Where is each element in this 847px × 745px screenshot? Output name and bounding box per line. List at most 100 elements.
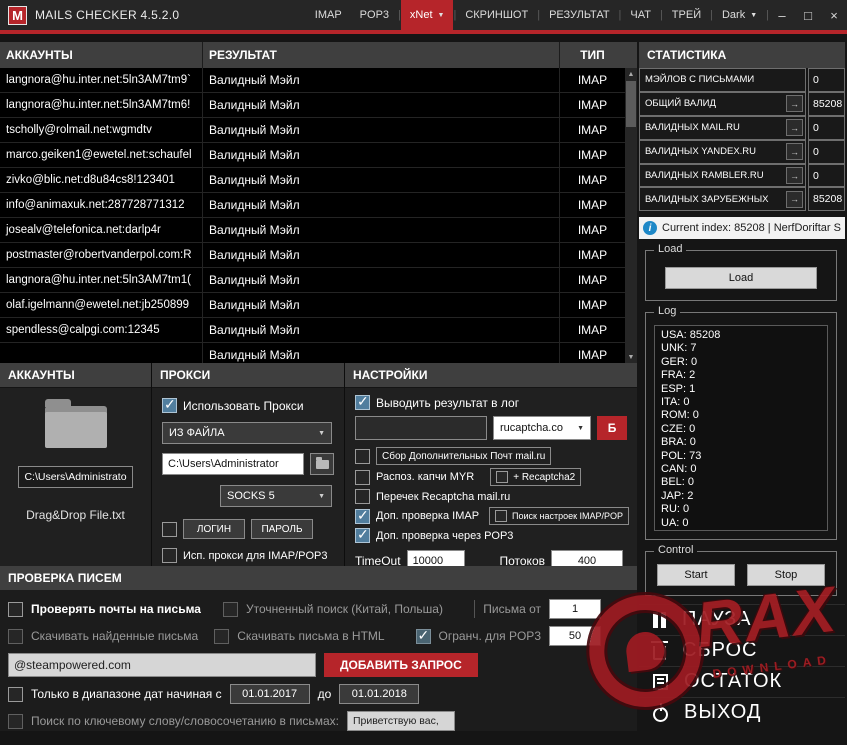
keyword-search-checkbox[interactable] [8,714,23,729]
stat-row: МЭЙЛОВ С ПИСЬМАМИ 0 [639,68,845,92]
stat-row: ВАЛИДНЫХ MAIL.RU 0 [639,116,845,140]
stat-label: ОБЩИЙ ВАЛИД [645,98,716,109]
start-button[interactable]: Start [657,564,735,586]
menu-result[interactable]: РЕЗУЛЬТАТ [540,0,618,30]
theme-selector[interactable]: Dark ▼ [713,0,766,30]
table-scrollbar[interactable]: ▲ ▼ [625,68,637,363]
keyword-input[interactable]: Приветствую вас, [347,711,455,731]
export-icon[interactable] [786,119,803,136]
proxy-file-input[interactable]: C:\Users\Administrator [162,453,304,475]
table-row[interactable]: tscholly@rolmail.net:wgmdtv Валидный Мэй… [0,118,637,143]
table-row[interactable]: langnora@hu.inter.net:5ln3AM7tm9` Валидн… [0,68,637,93]
maximize-button[interactable]: □ [795,0,821,30]
pop3-check-checkbox[interactable] [355,528,370,543]
result-cell: Валидный Мэйл [203,168,560,192]
menu-chat[interactable]: ЧАТ [621,0,660,30]
table-row[interactable]: marco.geiken1@ewetel.net:schaufel Валидн… [0,143,637,168]
login-button[interactable]: ЛОГИН [183,519,245,539]
proxy-auth-checkbox[interactable] [162,522,177,537]
info-icon: i [643,221,657,235]
header-accounts[interactable]: АККАУНТЫ [0,42,203,68]
proxy-for-imap-checkbox[interactable] [162,548,177,563]
titlebar: M MAILS CHECKER 4.5.2.0 IMAP POP3 | xNet… [0,0,847,30]
pop3-limit-input[interactable]: 50 [549,626,601,646]
table-row[interactable]: olaf.igelmann@ewetel.net:jb250899 Валидн… [0,293,637,318]
table-row[interactable]: langnora@hu.inter.net:5ln3AM7tm1( Валидн… [0,268,637,293]
table-row[interactable]: spendless@calpgi.com:12345 Валидный Мэйл… [0,318,637,343]
browse-proxy-button[interactable] [310,453,334,475]
date-from-button[interactable]: 01.01.2017 [230,684,310,704]
close-button[interactable]: × [821,0,847,30]
pop3-limit-checkbox[interactable] [416,629,431,644]
log-output[interactable]: USA: 85208 UNK: 7 GER: 0 FRA: 2 ESP: 1 I… [654,325,828,531]
table-row[interactable]: info@animaxuk.net:287728771312 Валидный … [0,193,637,218]
balance-button[interactable]: Б [597,416,627,440]
minimize-button[interactable]: – [769,0,795,30]
imap-search-box: Поиск настроек IMAP/POP [489,507,629,525]
log-line: CAN: 0 [661,463,821,476]
refined-search-checkbox[interactable] [223,602,238,617]
proxy-source-dropdown[interactable]: ИЗ ФАЙЛА ▼ [162,422,332,444]
menu-imap[interactable]: IMAP [306,0,351,30]
export-icon[interactable] [786,95,803,112]
captcha-service-dropdown[interactable]: rucaptcha.co ▼ [493,416,591,440]
download-html-checkbox[interactable] [214,629,229,644]
menu-screenshot[interactable]: СКРИНШОТ [456,0,537,30]
export-icon[interactable] [786,143,803,160]
log-output-checkbox[interactable] [355,395,370,410]
recheck-recaptcha-checkbox[interactable] [355,489,370,504]
query-input[interactable]: @steampowered.com [8,653,316,677]
letters-from-input[interactable]: 1 [549,599,601,619]
date-range-checkbox[interactable] [8,687,23,702]
result-cell: Валидный Мэйл [203,268,560,292]
export-icon[interactable] [786,191,803,208]
exit-button[interactable]: ВЫХОД [639,697,845,728]
scroll-up-icon[interactable]: ▲ [625,68,637,80]
action-menu: ПАУЗА СБРОС ОСТАТОК ВЫХОД [639,604,845,728]
scrollbar-thumb[interactable] [626,81,636,127]
pause-button[interactable]: ПАУЗА [639,604,845,635]
menu-tray[interactable]: ТРЕЙ [663,0,710,30]
header-type[interactable]: ТИП [560,42,625,68]
remainder-button[interactable]: ОСТАТОК [639,666,845,697]
main-content: АККАУНТЫ РЕЗУЛЬТАТ ТИП langnora@hu.inter… [0,34,847,728]
stat-label: ВАЛИДНЫХ ЗАРУБЕЖНЫХ [645,194,769,205]
log-groupbox: Log USA: 85208 UNK: 7 GER: 0 FRA: 2 ESP:… [645,312,837,540]
table-row[interactable]: josealv@telefonica.net:darlp4r Валидный … [0,218,637,243]
reset-button[interactable]: СБРОС [639,635,845,666]
stat-label: ВАЛИДНЫХ MAIL.RU [645,122,740,133]
chevron-down-icon: ▼ [577,425,584,432]
log-line: RU: 0 [661,503,821,516]
check-mail-checkbox[interactable] [8,602,23,617]
stop-button[interactable]: Stop [747,564,825,586]
imap-search-checkbox[interactable] [495,510,507,522]
log-line: UA: 0 [661,517,821,530]
captcha-key-input[interactable] [355,416,487,440]
menu-xnet[interactable]: xNet ▼ [401,0,454,30]
menu-pop3[interactable]: POP3 [351,0,398,30]
accounts-file-path[interactable]: C:\Users\Administrato [18,466,132,488]
add-query-button[interactable]: ДОБАВИТЬ ЗАПРОС [324,653,478,677]
account-cell: langnora@hu.inter.net:5ln3AM7tm1( [0,268,203,292]
password-button[interactable]: ПАРОЛЬ [251,519,313,539]
folder-icon[interactable] [45,406,107,448]
current-index-text: Current index: 85208 | NerfDoriftar S [662,222,841,234]
recaptcha2-checkbox[interactable] [496,471,508,483]
download-found-checkbox[interactable] [8,629,23,644]
collect-extra-mail-checkbox[interactable] [355,449,370,464]
date-to-button[interactable]: 01.01.2018 [339,684,419,704]
imap-check-checkbox[interactable] [355,509,370,524]
table-row[interactable]: zivko@blic.net:d8u84cs8!123401 Валидный … [0,168,637,193]
use-proxy-checkbox[interactable] [162,398,177,413]
export-icon[interactable] [786,167,803,184]
captcha-myr-checkbox[interactable] [355,470,370,485]
chevron-down-icon: ▼ [318,493,325,500]
log-line: CZE: 0 [661,423,821,436]
table-row[interactable]: Валидный Мэйл IMAP [0,343,637,363]
proxy-type-dropdown[interactable]: SOCKS 5 ▼ [220,485,332,507]
table-row[interactable]: langnora@hu.inter.net:5ln3AM7tm6! Валидн… [0,93,637,118]
table-row[interactable]: postmaster@robertvanderpol.com:R Валидны… [0,243,637,268]
load-button[interactable]: Load [665,267,817,289]
scroll-down-icon[interactable]: ▼ [625,351,637,363]
header-result[interactable]: РЕЗУЛЬТАТ [203,42,560,68]
